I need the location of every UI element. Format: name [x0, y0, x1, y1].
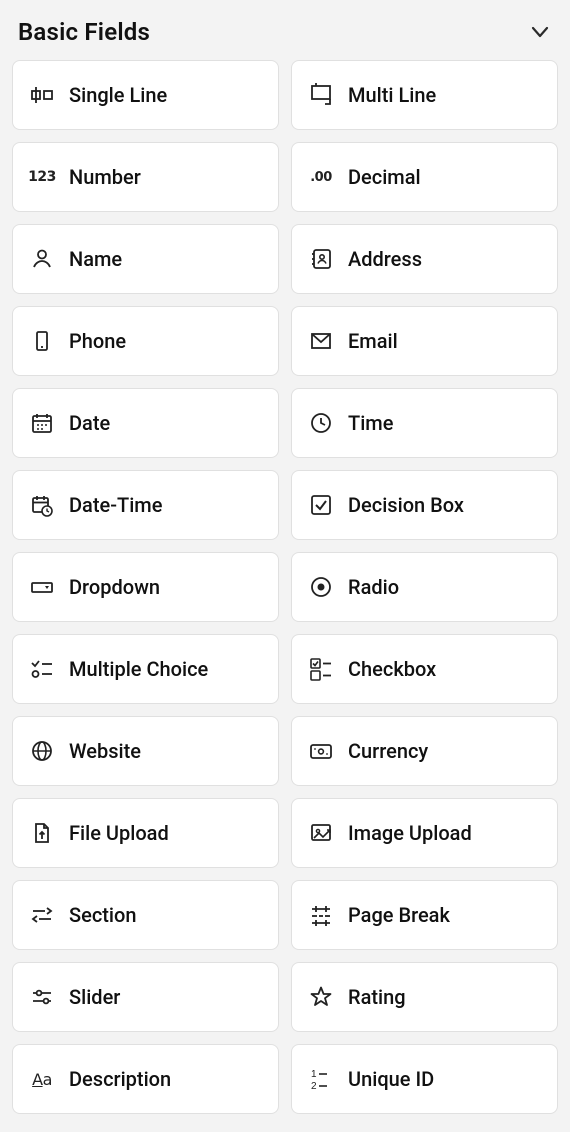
radio-icon [308, 574, 334, 600]
person-icon [29, 246, 55, 272]
field-date[interactable]: Date [12, 388, 279, 458]
fields-grid: Single Line Multi Line 123 Number .00 De… [10, 60, 560, 1114]
field-label: Image Upload [348, 821, 472, 845]
field-label: Unique ID [348, 1067, 434, 1091]
dropdown-icon [29, 574, 55, 600]
number-icon: 123 [29, 164, 55, 190]
multi-line-icon [308, 82, 334, 108]
field-multiple-choice[interactable]: Multiple Choice [12, 634, 279, 704]
field-label: Checkbox [348, 657, 436, 681]
calendar-clock-icon [29, 492, 55, 518]
field-email[interactable]: Email [291, 306, 558, 376]
field-label: Rating [348, 985, 406, 1009]
check-square-icon [308, 492, 334, 518]
calendar-icon [29, 410, 55, 436]
field-currency[interactable]: Currency [291, 716, 558, 786]
field-label: Address [348, 247, 422, 271]
slider-icon [29, 984, 55, 1010]
unique-id-icon [308, 1066, 334, 1092]
field-website[interactable]: Website [12, 716, 279, 786]
field-slider[interactable]: Slider [12, 962, 279, 1032]
field-label: Decision Box [348, 493, 464, 517]
field-checkbox[interactable]: Checkbox [291, 634, 558, 704]
field-label: Phone [69, 329, 126, 353]
checkbox-list-icon [308, 656, 334, 682]
currency-icon [308, 738, 334, 764]
decimal-icon: .00 [308, 164, 334, 190]
clock-icon [308, 410, 334, 436]
field-label: Currency [348, 739, 428, 763]
field-address[interactable]: Address [291, 224, 558, 294]
field-label: Email [348, 329, 398, 353]
field-label: Dropdown [69, 575, 160, 599]
field-decimal[interactable]: .00 Decimal [291, 142, 558, 212]
field-radio[interactable]: Radio [291, 552, 558, 622]
section-title: Basic Fields [18, 18, 150, 46]
page-break-icon [308, 902, 334, 928]
image-upload-icon [308, 820, 334, 846]
field-label: Multiple Choice [69, 657, 208, 681]
field-label: Single Line [69, 83, 167, 107]
field-label: Radio [348, 575, 399, 599]
field-description[interactable]: Aa Description [12, 1044, 279, 1114]
field-label: Website [69, 739, 141, 763]
field-file-upload[interactable]: File Upload [12, 798, 279, 868]
chevron-down-icon [528, 20, 552, 44]
field-label: Date [69, 411, 110, 435]
envelope-icon [308, 328, 334, 354]
file-upload-icon [29, 820, 55, 846]
field-label: Description [69, 1067, 171, 1091]
field-label: Multi Line [348, 83, 436, 107]
field-section[interactable]: Section [12, 880, 279, 950]
section-header[interactable]: Basic Fields [10, 12, 560, 60]
address-book-icon [308, 246, 334, 272]
single-line-icon [29, 82, 55, 108]
field-label: Section [69, 903, 137, 927]
field-decision-box[interactable]: Decision Box [291, 470, 558, 540]
star-icon [308, 984, 334, 1010]
field-time[interactable]: Time [291, 388, 558, 458]
field-label: Time [348, 411, 393, 435]
multiple-choice-icon [29, 656, 55, 682]
section-icon [29, 902, 55, 928]
globe-icon [29, 738, 55, 764]
field-multi-line[interactable]: Multi Line [291, 60, 558, 130]
basic-fields-panel: Basic Fields Single Line Multi Line 123 … [0, 0, 570, 1126]
field-label: File Upload [69, 821, 169, 845]
field-date-time[interactable]: Date-Time [12, 470, 279, 540]
field-number[interactable]: 123 Number [12, 142, 279, 212]
description-icon: Aa [29, 1066, 55, 1092]
field-label: Number [69, 165, 141, 189]
field-rating[interactable]: Rating [291, 962, 558, 1032]
field-label: Decimal [348, 165, 421, 189]
field-label: Date-Time [69, 493, 162, 517]
field-page-break[interactable]: Page Break [291, 880, 558, 950]
field-phone[interactable]: Phone [12, 306, 279, 376]
field-name[interactable]: Name [12, 224, 279, 294]
field-image-upload[interactable]: Image Upload [291, 798, 558, 868]
field-label: Name [69, 247, 122, 271]
field-dropdown[interactable]: Dropdown [12, 552, 279, 622]
field-label: Page Break [348, 903, 450, 927]
phone-icon [29, 328, 55, 354]
field-label: Slider [69, 985, 120, 1009]
field-unique-id[interactable]: Unique ID [291, 1044, 558, 1114]
field-single-line[interactable]: Single Line [12, 60, 279, 130]
